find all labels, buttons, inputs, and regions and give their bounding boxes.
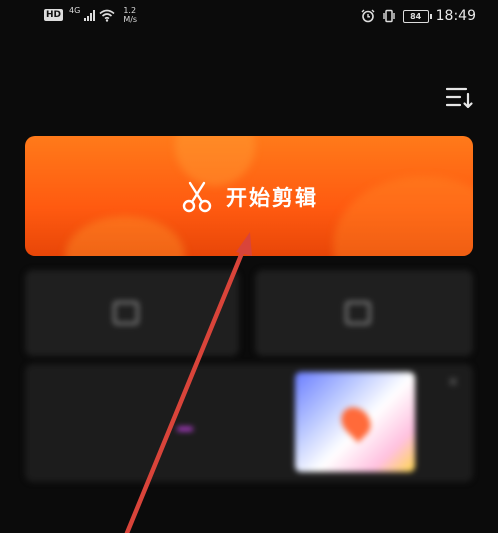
network-type: 4G: [69, 6, 81, 15]
battery-level: 84: [410, 11, 422, 21]
promo-image: [295, 372, 415, 472]
promo-card[interactable]: ×: [25, 364, 473, 482]
blurred-content: ×: [0, 262, 498, 533]
map-pin-icon: [335, 401, 377, 443]
status-time: 18:49: [435, 8, 476, 24]
sort-icon[interactable]: [446, 86, 474, 110]
status-right: 84 18:49: [361, 8, 476, 24]
speed-unit: M/s: [123, 15, 138, 24]
speed-value: 1.2: [123, 6, 137, 15]
promo-tag: [177, 427, 193, 431]
tool-button-left[interactable]: [25, 270, 239, 356]
status-left: HD 4G 1.2 M/s: [44, 6, 137, 24]
start-editing-content: 开始剪辑: [25, 180, 473, 214]
signal-icon: [84, 9, 96, 21]
alarm-icon: [361, 9, 375, 23]
tool-right-icon: [345, 301, 371, 325]
scissors-icon: [182, 181, 212, 213]
bottom-nav: [0, 498, 498, 533]
card-decoration: [65, 216, 185, 256]
network-speed: 1.2 M/s: [123, 6, 137, 24]
wifi-icon: [99, 9, 115, 22]
tool-button-right[interactable]: [255, 270, 473, 356]
tool-left-icon: [113, 301, 139, 325]
battery-icon: 84: [402, 9, 432, 23]
start-editing-label: 开始剪辑: [226, 185, 318, 210]
start-editing-button[interactable]: 开始剪辑: [25, 136, 473, 256]
status-bar: HD 4G 1.2 M/s 84 18:49: [0, 0, 498, 34]
hd-badge: HD: [44, 9, 64, 21]
close-icon[interactable]: ×: [447, 374, 459, 390]
card-decoration: [175, 136, 255, 186]
vibrate-icon: [382, 9, 395, 23]
